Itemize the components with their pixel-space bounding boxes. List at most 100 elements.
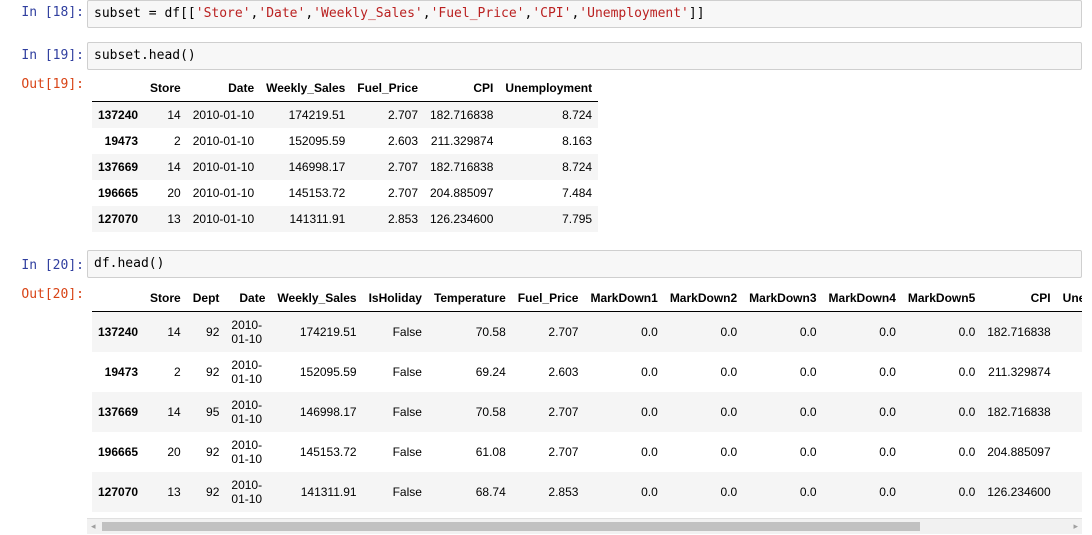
table-cell: 0.0 <box>720 404 738 419</box>
code-token: , <box>305 6 314 21</box>
column-header: MarkDown3 <box>743 284 823 312</box>
scroll-right-icon[interactable]: ▸ <box>1073 521 1078 532</box>
table-cell: 174219.51 <box>288 107 346 122</box>
table-cell: 0.0 <box>641 444 658 459</box>
table-cell: 8.724 <box>562 159 593 174</box>
column-header: Fuel_Price <box>511 284 585 312</box>
column-header: Unemployment <box>1056 284 1082 312</box>
dataframe-table: Store Dept Date Weekly_Sales IsHoliday Temper… <box>92 284 1082 512</box>
table-cell: 146998.17 <box>288 159 346 174</box>
column-header <box>92 74 145 102</box>
table-cell: 70.58 <box>475 404 506 419</box>
input-prompt: In [20]: <box>21 258 84 273</box>
table-cell: 61.08 <box>475 444 506 459</box>
date-value: 2010-01-10 <box>231 357 263 386</box>
table-cell: 2.853 <box>548 484 579 499</box>
column-header: Store <box>144 284 187 312</box>
column-header: Weekly_Sales <box>260 74 352 102</box>
table-row: 196665 20 92 2010-01-10 145153.72 False 61.08 2… <box>92 432 1082 472</box>
row-index: 196665 <box>98 185 139 200</box>
row-index: 127070 <box>98 484 139 499</box>
date-value: 2010-01-10 <box>231 397 263 426</box>
column-header: CPI <box>981 284 1057 312</box>
table-cell: 2.707 <box>548 324 579 339</box>
table-cell: 8.163 <box>562 133 593 148</box>
column-header: Date <box>186 74 261 102</box>
code-string-token: 'Date' <box>258 6 306 21</box>
column-header: CPI <box>424 74 500 102</box>
table-cell: 174219.51 <box>299 324 357 339</box>
table-row: 137669 14 95 2010-01-10 146998.17 False 70.58 2… <box>92 391 1082 432</box>
table-cell: 7.484 <box>562 185 593 200</box>
scrollbar-thumb[interactable] <box>102 522 920 531</box>
code-token: ]] <box>688 6 705 21</box>
table-cell: 8.724 <box>562 107 593 122</box>
code-editor[interactable]: df.head() <box>87 250 1082 278</box>
column-header <box>92 284 145 312</box>
table-row: 196665 20 2010-01-10 145153.72 2.707 204.8850… <box>92 180 598 206</box>
table-cell: 2.853 <box>387 211 418 226</box>
table-cell: 182.716838 <box>430 107 494 122</box>
table-cell: 0.0 <box>879 364 896 379</box>
table-cell: 0.0 <box>799 364 817 379</box>
scroll-left-icon[interactable]: ◂ <box>91 521 96 532</box>
table-row: 19473 2 2010-01-10 152095.59 2.603 211.329874… <box>92 128 598 154</box>
column-header: Temperature <box>427 284 512 312</box>
table-cell: 2.707 <box>548 444 579 459</box>
output-prompt: Out[19]: <box>21 77 84 92</box>
column-header: MarkDown2 <box>663 284 744 312</box>
table-cell: 2010-01-10 <box>192 133 255 148</box>
table-cell: 0.0 <box>720 324 738 339</box>
table-cell: 182.716838 <box>987 404 1051 419</box>
dataframe-output-scroll-area[interactable]: Store Dept Date Weekly_Sales IsHoliday Temper… <box>92 284 1082 512</box>
table-cell: 0.0 <box>641 484 658 499</box>
table-cell: 2010-01-10 <box>225 392 271 432</box>
code-token: subset = df[[ <box>94 6 196 21</box>
row-index: 137669 <box>98 159 139 174</box>
table-row: 127070 13 2010-01-10 141311.91 2.853 126.2346… <box>92 205 599 232</box>
table-cell: 70.58 <box>475 324 506 339</box>
table-cell: 146998.17 <box>299 404 357 419</box>
code-editor[interactable]: subset.head() <box>87 42 1082 70</box>
table-cell: 204.885097 <box>987 444 1051 459</box>
code-token: , <box>422 6 431 21</box>
code-editor[interactable]: subset = df[['Store','Date','Weekly_Sale… <box>87 0 1082 28</box>
row-index: 137669 <box>98 404 139 419</box>
table-cell: 126.234600 <box>987 484 1051 499</box>
table-cell: 2010-01-10 <box>192 107 255 122</box>
table-cell: 92 <box>206 484 220 499</box>
table-cell: 7.795 <box>562 211 593 226</box>
table-cell: 13 <box>167 484 181 499</box>
table-cell: 0.0 <box>879 484 896 499</box>
table-cell: False <box>392 404 422 419</box>
table-cell: 182.716838 <box>987 324 1051 339</box>
table-row: 137669 14 2010-01-10 146998.17 2.707 182.7168… <box>92 153 599 180</box>
table-cell: False <box>392 484 422 499</box>
table-cell: 2.603 <box>548 364 579 379</box>
table-cell: 204.885097 <box>430 185 494 200</box>
horizontal-scrollbar[interactable]: ◂ ▸ <box>87 518 1082 534</box>
column-header: Date <box>225 284 272 312</box>
table-cell: 20 <box>167 185 181 200</box>
input-prompt: In [19]: <box>21 48 84 63</box>
table-cell: 13 <box>167 211 181 226</box>
column-header: MarkDown1 <box>584 284 664 312</box>
table-cell: 0.0 <box>799 404 817 419</box>
code-token: subset.head() <box>94 48 196 63</box>
row-index: 137240 <box>98 107 139 122</box>
column-header: Store <box>144 74 187 102</box>
table-cell: 0.0 <box>879 444 896 459</box>
table-cell: 2010-01-10 <box>192 159 255 174</box>
column-header: Weekly_Sales <box>271 284 363 312</box>
table-cell: 2010-01-10 <box>225 352 271 392</box>
code-token: df.head() <box>94 256 165 271</box>
row-index: 19473 <box>104 364 139 379</box>
table-cell: 2.603 <box>387 133 418 148</box>
row-index: 196665 <box>98 444 139 459</box>
table-cell: 0.0 <box>799 324 817 339</box>
table-header-row: Store Date Weekly_Sales Fuel_Price CPI Unempl… <box>92 74 599 102</box>
table-cell: 8.724 <box>1057 312 1082 352</box>
table-row: 137240 14 92 2010-01-10 174219.51 False 70.58 2… <box>92 311 1082 352</box>
table-cell: 14 <box>167 404 181 419</box>
table-cell: 95 <box>206 404 220 419</box>
